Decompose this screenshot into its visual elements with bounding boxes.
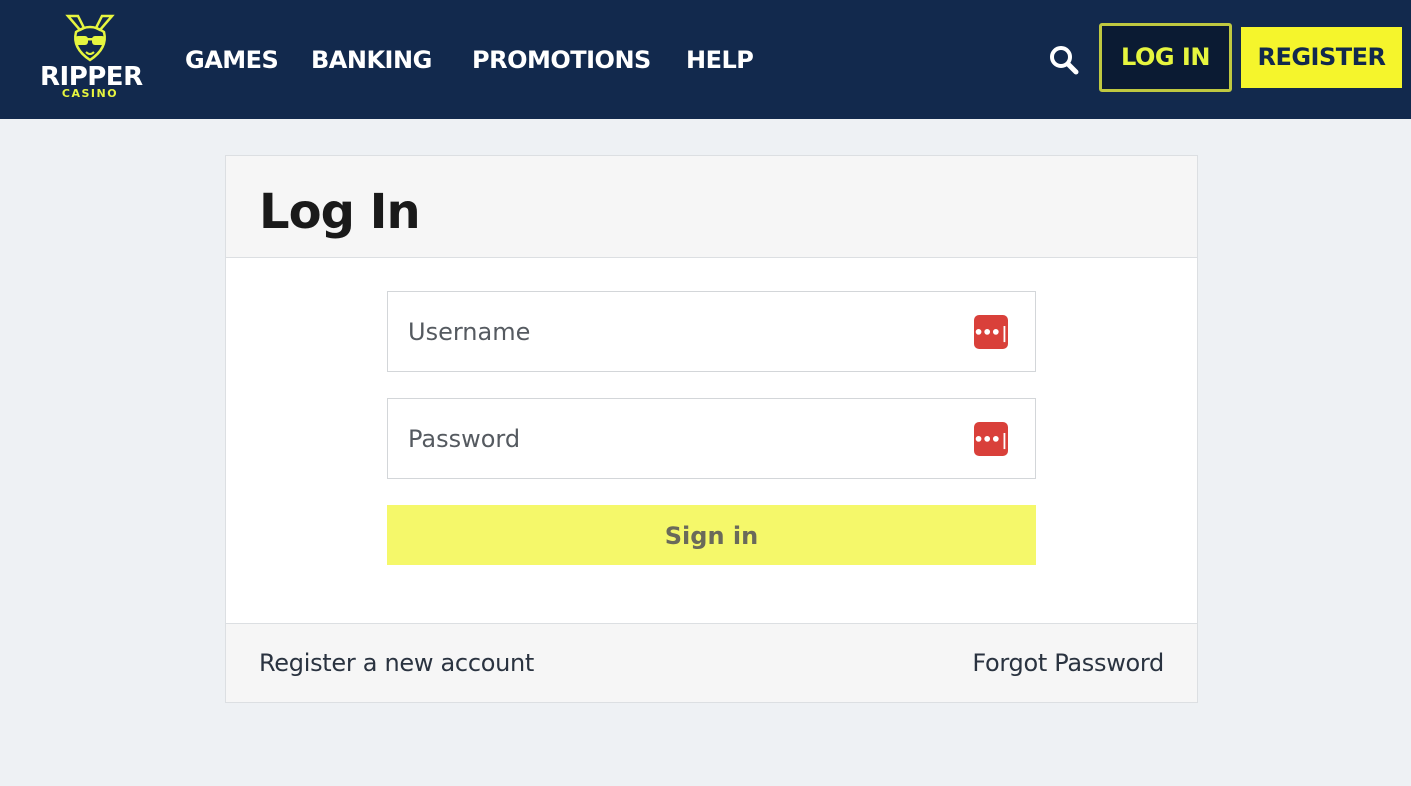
- sign-in-button[interactable]: Sign in: [387, 505, 1036, 565]
- logo-subtitle: CASINO: [61, 87, 119, 100]
- username-input[interactable]: [388, 292, 1035, 371]
- site-header: RIPPER CASINO GAMES BANKING PROMOTIONS H…: [0, 0, 1411, 119]
- forgot-password-link[interactable]: Forgot Password: [972, 648, 1164, 678]
- nav-games[interactable]: GAMES: [185, 42, 279, 78]
- nav-help[interactable]: HELP: [686, 42, 754, 78]
- ripper-casino-logo[interactable]: RIPPER CASINO: [38, 14, 143, 102]
- password-manager-icon[interactable]: •••|: [974, 422, 1009, 456]
- password-input[interactable]: [388, 399, 1035, 478]
- header-login-button[interactable]: LOG IN: [1099, 23, 1232, 92]
- nav-promotions[interactable]: PROMOTIONS: [472, 42, 651, 78]
- search-icon: [1050, 46, 1079, 75]
- login-card: Log In •••| •••| Sign in Register a new …: [225, 155, 1198, 703]
- register-account-link[interactable]: Register a new account: [259, 648, 534, 678]
- page-title: Log In: [259, 184, 421, 240]
- nav-banking[interactable]: BANKING: [311, 42, 432, 78]
- username-field[interactable]: •••|: [387, 291, 1036, 372]
- password-manager-icon[interactable]: •••|: [974, 315, 1009, 349]
- login-card-header: Log In: [226, 156, 1197, 258]
- search-button[interactable]: [1046, 40, 1082, 80]
- header-register-button[interactable]: REGISTER: [1241, 27, 1402, 88]
- password-field[interactable]: •••|: [387, 398, 1036, 479]
- login-card-footer: Register a new account Forgot Password: [226, 623, 1197, 702]
- kangaroo-sunglasses-icon: [65, 14, 115, 62]
